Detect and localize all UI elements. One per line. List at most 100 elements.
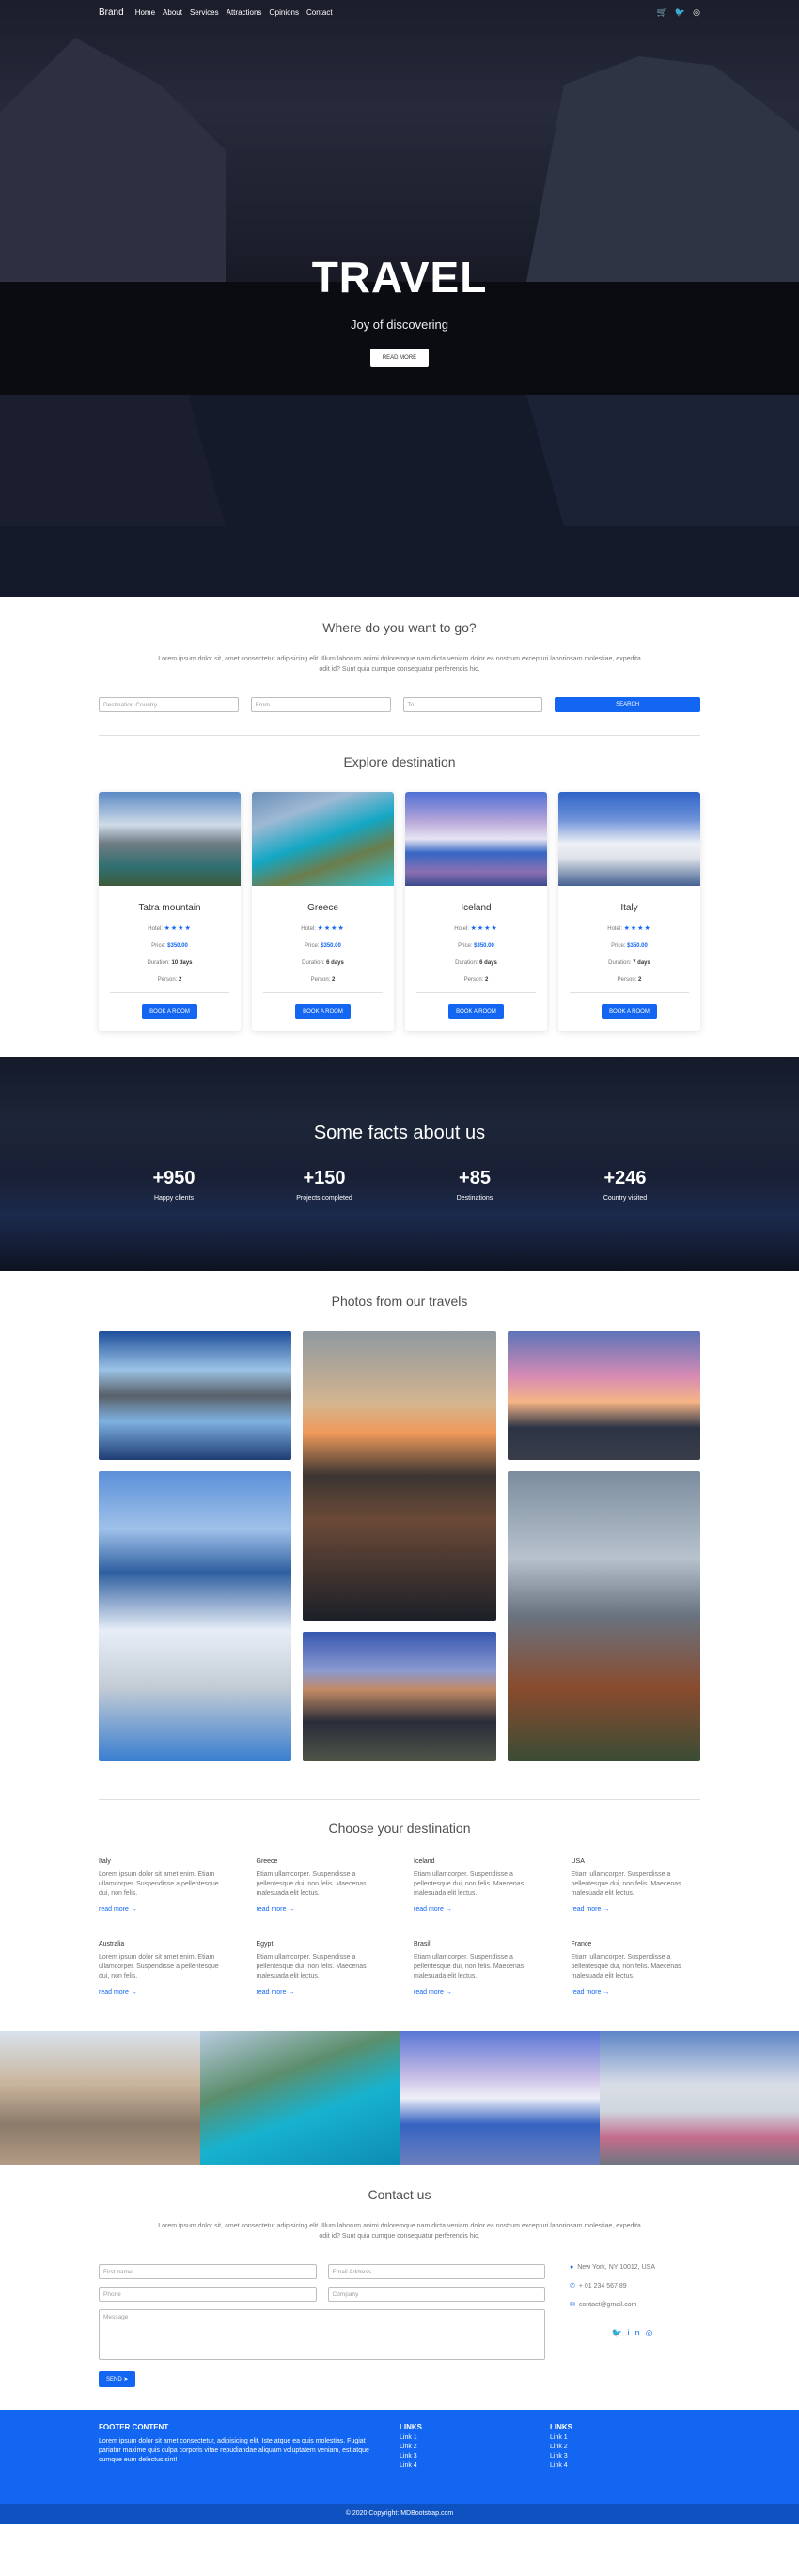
gallery-photo[interactable] bbox=[303, 1331, 496, 1621]
footer-link[interactable]: Link 1 bbox=[400, 2434, 550, 2441]
card-image bbox=[252, 792, 394, 886]
read-more-label: read more bbox=[99, 1989, 129, 1995]
read-more-link[interactable]: read more → bbox=[99, 1989, 228, 1995]
book-room-button[interactable]: BOOK A ROOM bbox=[295, 1004, 351, 1019]
card-price: $350.00 bbox=[167, 943, 188, 949]
star-icon: ★★★★ bbox=[317, 925, 345, 932]
card-duration: 10 days bbox=[171, 960, 193, 966]
destination-input[interactable]: Destination Country bbox=[99, 697, 239, 712]
fact-value: +150 bbox=[303, 1168, 346, 1188]
address-text: New York, NY 10012, USA bbox=[577, 2264, 655, 2271]
card-duration: 6 days bbox=[326, 960, 344, 966]
hotel-label: Hotel: bbox=[148, 926, 163, 932]
card-person: 2 bbox=[332, 977, 336, 983]
destination-item: Brasil Etiam ullamcorper. Suspendisse a p… bbox=[414, 1941, 543, 1995]
brand-logo[interactable]: Brand bbox=[99, 8, 124, 18]
company-input[interactable]: Company bbox=[327, 2287, 545, 2302]
card-duration: 6 days bbox=[479, 960, 497, 966]
read-more-label: read more bbox=[99, 1906, 129, 1913]
read-more-label: read more bbox=[414, 1906, 444, 1913]
linkedin-icon[interactable]: in bbox=[628, 2328, 646, 2337]
read-more-link[interactable]: read more → bbox=[414, 1906, 543, 1913]
contact-title: Contact us bbox=[368, 2187, 431, 2202]
nav-link-contact[interactable]: Contact bbox=[306, 8, 333, 17]
map-marker-icon: ● bbox=[570, 2264, 574, 2271]
nav-link-attractions[interactable]: Attractions bbox=[227, 8, 262, 17]
destination-item: Australia Lorem ipsum dolor sit amet enim… bbox=[99, 1941, 228, 1995]
read-more-button[interactable]: READ MORE bbox=[369, 349, 430, 367]
to-input[interactable]: To bbox=[402, 697, 543, 712]
destination-card: Tatra mountain Hotel: ★★★★ Price: $350.0… bbox=[99, 792, 241, 1031]
fact-item: +950 Happy clients bbox=[99, 1168, 249, 1202]
price-label: Price: bbox=[151, 943, 166, 949]
from-input[interactable]: From bbox=[250, 697, 391, 712]
gallery-photo[interactable] bbox=[99, 1471, 291, 1761]
fact-value: +950 bbox=[152, 1168, 196, 1188]
gallery-photo[interactable] bbox=[508, 1331, 700, 1460]
gallery-photo[interactable] bbox=[303, 1632, 496, 1761]
gallery-photo[interactable] bbox=[99, 1331, 291, 1460]
instagram-icon[interactable]: ◎ bbox=[693, 8, 700, 18]
hotel-label: Hotel: bbox=[607, 926, 622, 932]
footer-link[interactable]: Link 2 bbox=[400, 2444, 550, 2450]
email-input[interactable]: Email Address bbox=[327, 2264, 545, 2279]
nav-link-opinions[interactable]: Opinions bbox=[269, 8, 299, 17]
duration-label: Duration: bbox=[147, 960, 170, 966]
destination-item: France Etiam ullamcorper. Suspendisse a p… bbox=[572, 1941, 701, 1995]
nav-link-home[interactable]: Home bbox=[135, 8, 155, 17]
arrow-right-icon: → bbox=[445, 1989, 452, 1995]
nav-link-services[interactable]: Services bbox=[190, 8, 219, 17]
destination-item: USA Etiam ullamcorper. Suspendisse a pell… bbox=[572, 1858, 701, 1913]
fact-value: +85 bbox=[459, 1168, 491, 1188]
search-button[interactable]: SEARCH bbox=[555, 697, 700, 712]
footer: FOOTER CONTENT Lorem ipsum dolor sit ame… bbox=[0, 2410, 799, 2524]
footer-link[interactable]: Link 3 bbox=[400, 2453, 550, 2460]
explore-section: Explore destination Tatra mountain Hotel… bbox=[99, 736, 700, 1057]
footer-link[interactable]: Link 2 bbox=[550, 2444, 700, 2450]
footer-link[interactable]: Link 4 bbox=[550, 2462, 700, 2469]
footer-link[interactable]: Link 1 bbox=[550, 2434, 700, 2441]
card-image bbox=[405, 792, 547, 886]
strip-photo bbox=[0, 2031, 200, 2165]
footer-link[interactable]: Link 4 bbox=[400, 2462, 550, 2469]
card-price: $350.00 bbox=[474, 943, 494, 949]
destination-name: USA bbox=[571, 1858, 585, 1865]
facts-section: Some facts about us +950 Happy clients +1… bbox=[0, 1057, 799, 1271]
twitter-icon[interactable]: 🐦 bbox=[611, 2328, 627, 2337]
hero-subtitle: Joy of discovering bbox=[350, 318, 449, 332]
first-name-input[interactable]: First name bbox=[99, 2264, 317, 2279]
read-more-label: read more bbox=[571, 1989, 602, 1995]
send-button[interactable]: SEND ➤ bbox=[99, 2371, 136, 2387]
read-more-link[interactable]: read more → bbox=[99, 1906, 228, 1913]
fact-label: Happy clients bbox=[153, 1195, 195, 1202]
image-strip bbox=[0, 2031, 799, 2165]
gallery-photo[interactable] bbox=[508, 1471, 700, 1761]
book-room-button[interactable]: BOOK A ROOM bbox=[602, 1004, 657, 1019]
cart-icon[interactable]: 🛒 bbox=[657, 8, 667, 18]
person-label: Person: bbox=[310, 977, 331, 983]
destination-item: Egypt Etiam ullamcorper. Suspendisse a pe… bbox=[257, 1941, 386, 1995]
hotel-label: Hotel: bbox=[454, 926, 469, 932]
photos-section: Photos from our travels bbox=[99, 1271, 700, 1799]
search-lead: Lorem ipsum dolor sit, amet consectetur … bbox=[158, 656, 641, 673]
twitter-icon[interactable]: 🐦 bbox=[675, 8, 685, 18]
person-label: Person: bbox=[617, 977, 637, 983]
nav-link-about[interactable]: About bbox=[163, 8, 182, 17]
book-room-button[interactable]: BOOK A ROOM bbox=[448, 1004, 504, 1019]
instagram-icon[interactable]: ◎ bbox=[646, 2328, 659, 2337]
read-more-link[interactable]: read more → bbox=[257, 1989, 386, 1995]
destination-card: Italy Hotel: ★★★★ Price: $350.00 Duratio… bbox=[558, 792, 700, 1031]
arrow-right-icon: → bbox=[288, 1906, 295, 1913]
book-room-button[interactable]: BOOK A ROOM bbox=[142, 1004, 197, 1019]
footer-link[interactable]: Link 3 bbox=[550, 2453, 700, 2460]
read-more-link[interactable]: read more → bbox=[572, 1906, 701, 1913]
read-more-link[interactable]: read more → bbox=[257, 1906, 386, 1913]
read-more-link[interactable]: read more → bbox=[572, 1989, 701, 1995]
message-textarea[interactable]: Message bbox=[99, 2309, 545, 2360]
phone-input[interactable]: Phone bbox=[99, 2287, 317, 2302]
destination-text: Etiam ullamcorper. Suspendisse a pellent… bbox=[571, 1954, 682, 1979]
duration-label: Duration: bbox=[302, 960, 325, 966]
links-title: LINKS bbox=[550, 2423, 572, 2431]
card-title: Greece bbox=[307, 903, 338, 913]
read-more-link[interactable]: read more → bbox=[414, 1989, 543, 1995]
